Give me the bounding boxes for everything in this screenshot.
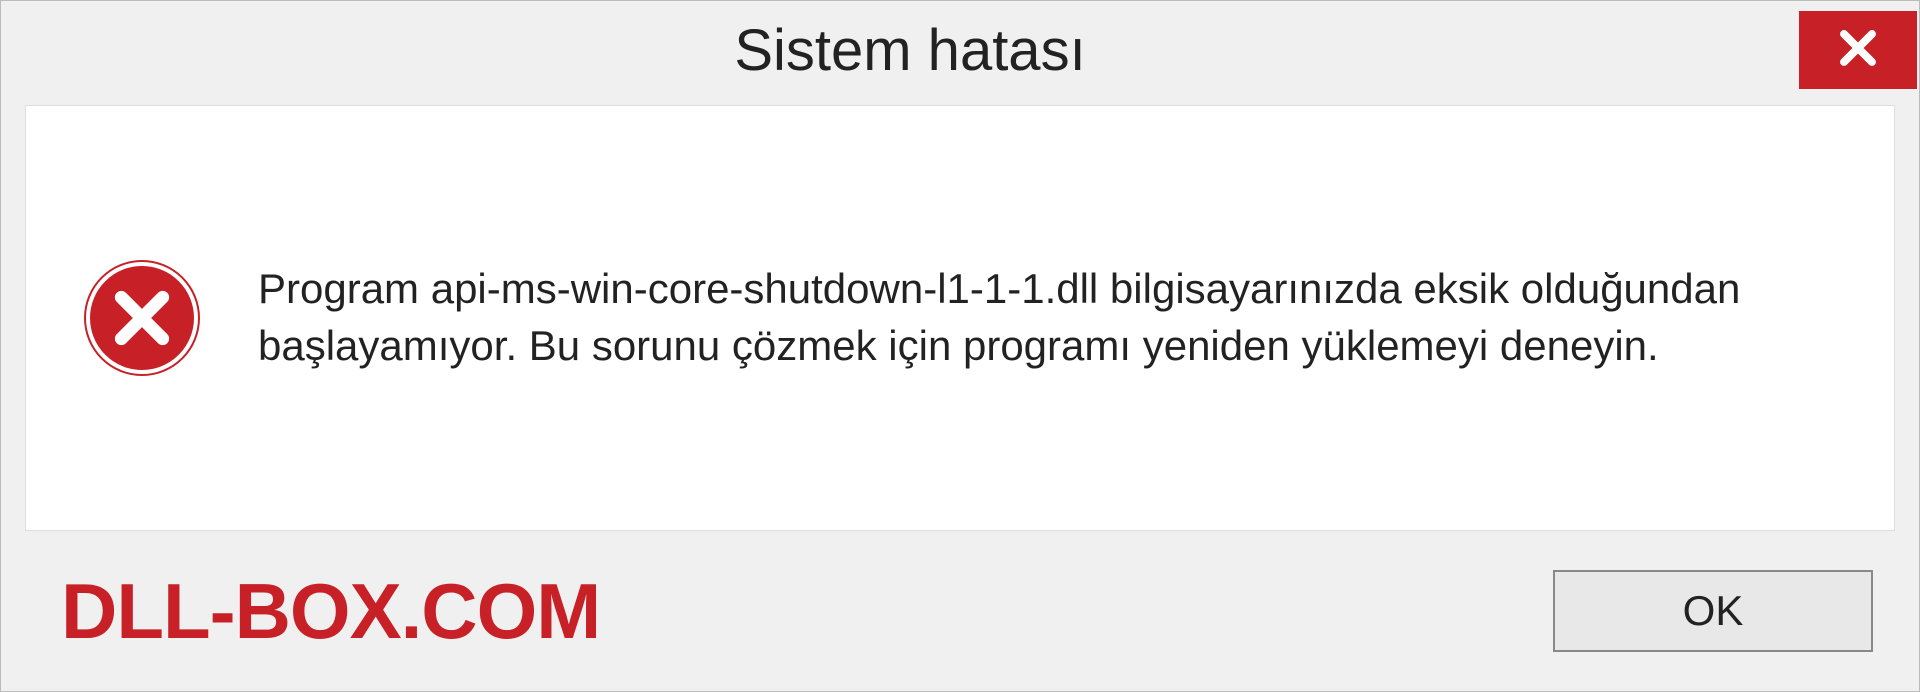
watermark-text: DLL-BOX.COM [61,566,600,657]
error-icon-circle [86,262,198,374]
content-area: Program api-ms-win-core-shutdown-l1-1-1.… [25,105,1895,531]
error-message: Program api-ms-win-core-shutdown-l1-1-1.… [258,261,1844,374]
error-icon [86,262,198,374]
error-dialog: Sistem hatası Program api-ms-win-core-sh… [0,0,1920,692]
ok-button-label: OK [1683,587,1744,635]
close-button[interactable] [1799,11,1917,89]
titlebar: Sistem hatası [1,1,1919,99]
dialog-footer: DLL-BOX.COM OK [1,531,1919,691]
close-icon [1837,27,1879,74]
ok-button[interactable]: OK [1553,570,1873,652]
dialog-title: Sistem hatası [21,17,1799,84]
